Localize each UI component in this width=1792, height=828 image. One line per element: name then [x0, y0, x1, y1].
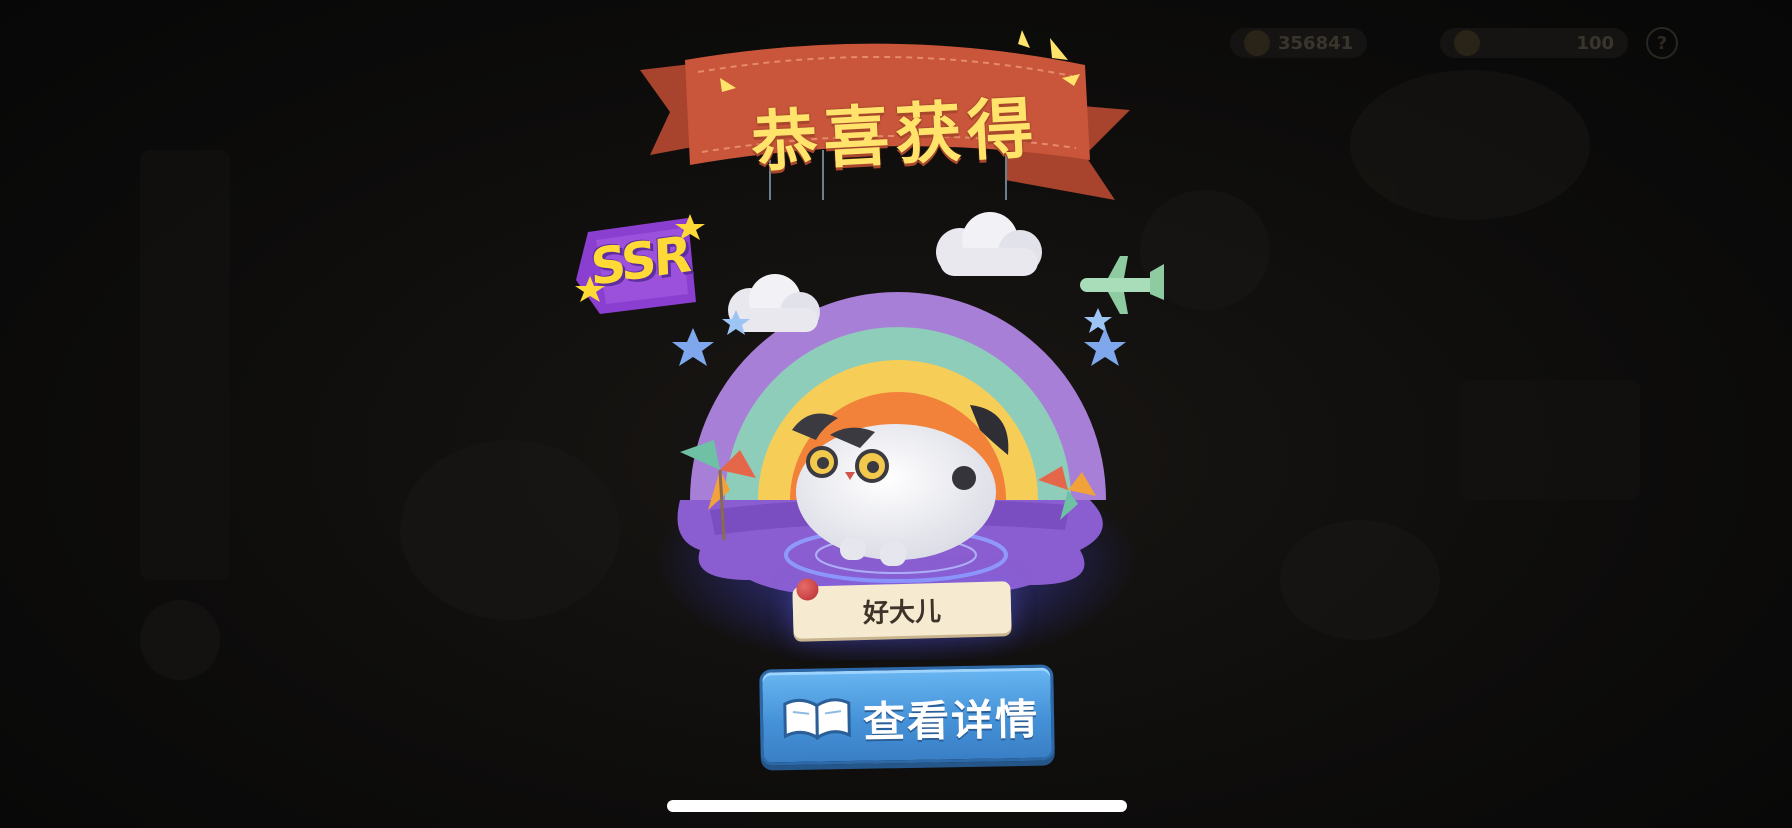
banner-title: 恭喜获得 [749, 89, 1042, 182]
bg-panel [1460, 380, 1640, 500]
book-icon [783, 698, 851, 741]
pet-name: 好大儿 [862, 596, 942, 629]
gem-count: 100 [1576, 32, 1614, 54]
star-icon [1084, 308, 1112, 333]
hud-coins: 356841 [1230, 26, 1368, 60]
hud-gems: 100 ? [1440, 26, 1678, 60]
star-icon [672, 328, 714, 366]
rarity-badge: SSR [570, 210, 710, 320]
star-icon [1084, 328, 1126, 366]
view-details-label: 查看详情 [862, 694, 1040, 747]
coin-icon [1244, 30, 1270, 56]
bg-shelf [140, 150, 230, 580]
view-details-button[interactable]: 查看详情 [759, 664, 1055, 766]
pin-icon [796, 578, 819, 601]
cloud-icon [936, 212, 1042, 276]
coin-count: 356841 [1278, 32, 1354, 54]
bg-button [140, 600, 220, 680]
pet-name-plate: 好大儿 [792, 578, 1012, 639]
home-indicator[interactable] [667, 800, 1127, 812]
gem-icon [1454, 30, 1480, 56]
airplane-icon [1080, 256, 1164, 314]
reward-screen: 356841 100 ? 恭喜获得 SSR 好大儿 查看详情 [0, 0, 1792, 828]
bg-blob [1350, 70, 1590, 220]
moon-icon [805, 220, 856, 267]
help-button[interactable]: ? [1646, 27, 1678, 59]
congrats-banner: 恭喜获得 [630, 30, 1150, 200]
bg-blob [1280, 520, 1440, 640]
